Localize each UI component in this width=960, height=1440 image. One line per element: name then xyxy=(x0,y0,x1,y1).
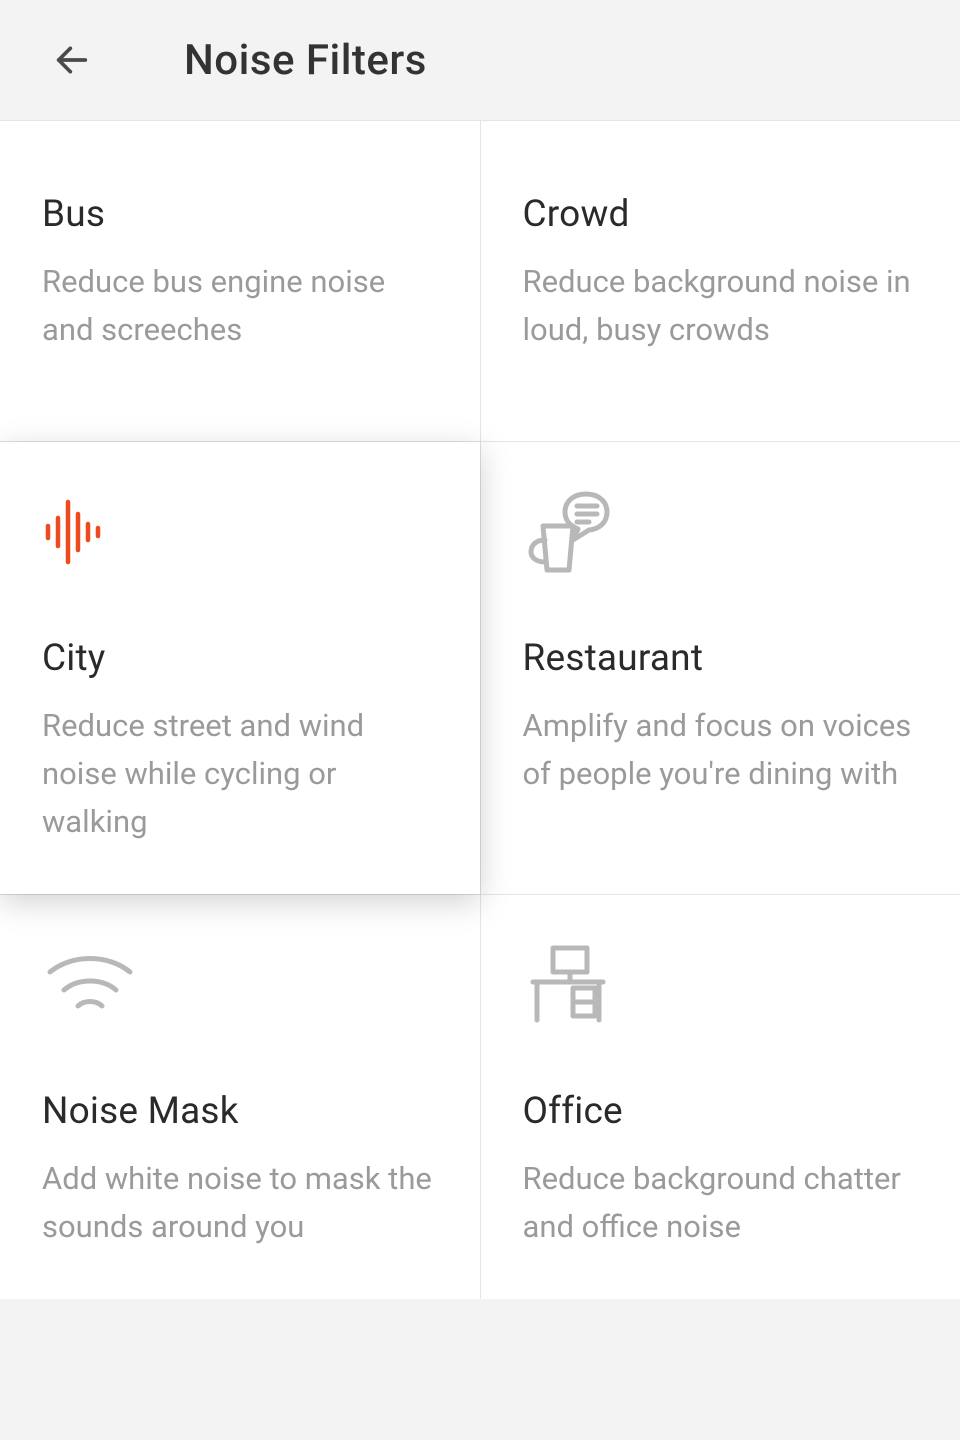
filter-description: Reduce background noise in loud, busy cr… xyxy=(523,258,919,354)
filter-title: Noise Mask xyxy=(42,1090,438,1133)
filter-card-crowd[interactable]: Crowd Reduce background noise in loud, b… xyxy=(481,121,960,441)
filter-description: Reduce street and wind noise while cycli… xyxy=(42,702,438,846)
wifi-waves-icon xyxy=(42,935,438,1035)
filter-title: Restaurant xyxy=(523,637,919,680)
header: Noise Filters xyxy=(0,0,960,120)
filter-title: City xyxy=(42,637,438,680)
filter-card-noise-mask[interactable]: Noise Mask Add white noise to mask the s… xyxy=(0,895,480,1299)
audio-wave-icon xyxy=(42,482,438,582)
filter-description: Reduce bus engine noise and screeches xyxy=(42,258,438,354)
desk-icon xyxy=(523,935,919,1035)
filter-card-restaurant[interactable]: Restaurant Amplify and focus on voices o… xyxy=(481,442,960,894)
filter-title: Office xyxy=(523,1090,919,1133)
page-title: Noise Filters xyxy=(184,36,427,85)
filter-title: Bus xyxy=(42,193,438,236)
filter-title: Crowd xyxy=(523,193,919,236)
filter-description: Reduce background chatter and office noi… xyxy=(523,1155,919,1251)
filter-card-bus[interactable]: Bus Reduce bus engine noise and screeche… xyxy=(0,121,480,441)
filter-card-office[interactable]: Office Reduce background chatter and off… xyxy=(481,895,960,1299)
back-button[interactable] xyxy=(50,38,94,82)
cup-chat-icon xyxy=(523,482,919,582)
filter-description: Add white noise to mask the sounds aroun… xyxy=(42,1155,438,1251)
filter-card-city[interactable]: City Reduce street and wind noise while … xyxy=(0,442,480,894)
back-arrow-icon xyxy=(52,40,92,80)
filter-description: Amplify and focus on voices of people yo… xyxy=(523,702,919,798)
filter-grid: Bus Reduce bus engine noise and screeche… xyxy=(0,120,960,1299)
